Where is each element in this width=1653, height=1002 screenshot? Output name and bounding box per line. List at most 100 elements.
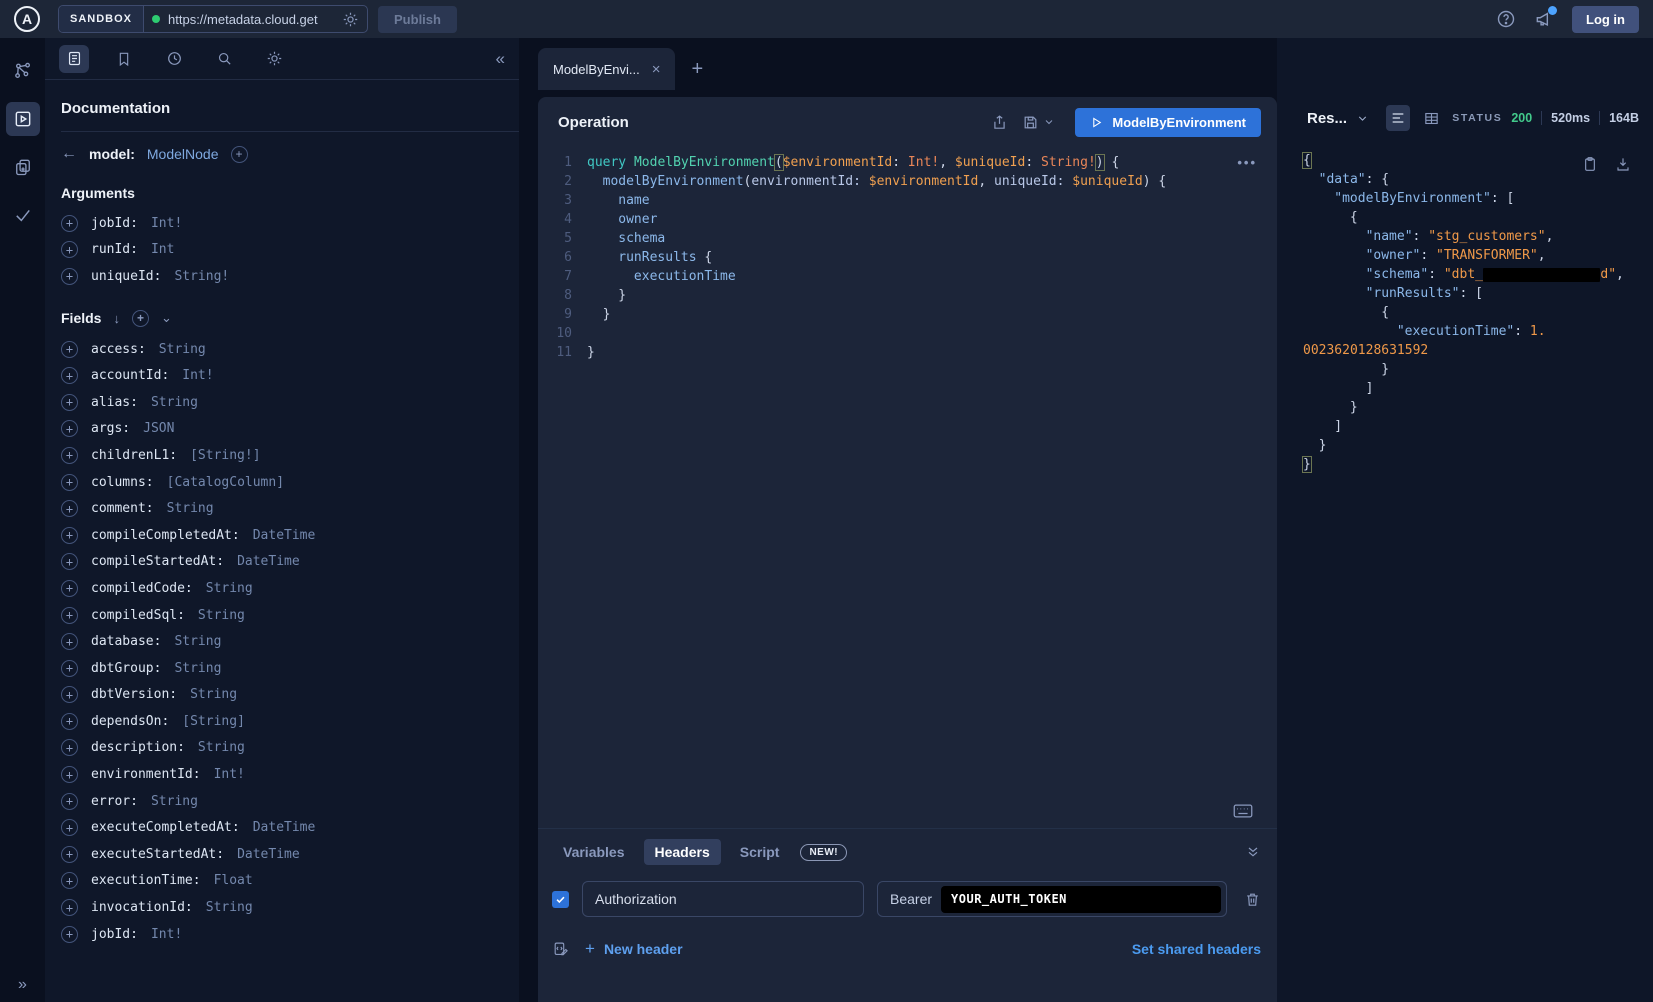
field-row[interactable]: +invocationId:String: [61, 894, 503, 921]
delete-header-icon[interactable]: [1244, 891, 1261, 908]
add-to-query-icon[interactable]: +: [61, 713, 78, 730]
field-type[interactable]: String: [198, 740, 245, 755]
tab-headers[interactable]: Headers: [644, 839, 721, 865]
field-type[interactable]: [String!]: [190, 448, 260, 463]
expand-rail-icon[interactable]: »: [0, 976, 45, 994]
field-type[interactable]: DateTime: [237, 847, 300, 862]
add-to-query-icon[interactable]: +: [61, 686, 78, 703]
add-to-query-icon[interactable]: +: [61, 633, 78, 650]
share-operation-icon[interactable]: [991, 114, 1008, 131]
field-type[interactable]: Int!: [151, 216, 182, 231]
add-to-query-icon[interactable]: +: [61, 367, 78, 384]
add-to-query-icon[interactable]: +: [61, 268, 78, 285]
schema-graph-icon[interactable]: [6, 54, 40, 88]
field-row[interactable]: +jobId:Int!: [61, 210, 503, 237]
edit-as-json-icon[interactable]: [552, 941, 569, 958]
add-to-query-icon[interactable]: +: [61, 474, 78, 491]
endpoint-settings-gear-icon[interactable]: [342, 11, 359, 28]
add-to-query-icon[interactable]: +: [61, 341, 78, 358]
field-type[interactable]: String: [206, 581, 253, 596]
fields-options-chevron-icon[interactable]: ⌄: [161, 310, 172, 326]
add-to-query-icon[interactable]: +: [61, 819, 78, 836]
field-row[interactable]: +access:String: [61, 336, 503, 363]
field-type[interactable]: String: [174, 634, 221, 649]
collapse-secondary-icon[interactable]: [1245, 844, 1261, 860]
collapse-docs-icon[interactable]: «: [496, 49, 505, 69]
saved-operations-bookmark-icon[interactable]: [109, 45, 139, 73]
new-header-button[interactable]: + New header: [585, 939, 683, 959]
operation-editor[interactable]: 1query ModelByEnvironment($environmentId…: [538, 147, 1277, 794]
field-type[interactable]: DateTime: [253, 528, 316, 543]
breadcrumb-type-link[interactable]: ModelNode: [147, 146, 219, 162]
field-row[interactable]: +dependsOn:[String]: [61, 708, 503, 735]
add-to-query-icon[interactable]: +: [61, 500, 78, 517]
endpoint-url-box[interactable]: https://metadata.cloud.get: [144, 6, 367, 32]
field-row[interactable]: +executionTime:Float: [61, 868, 503, 895]
add-to-query-icon[interactable]: +: [61, 241, 78, 258]
field-type[interactable]: String: [190, 687, 237, 702]
download-response-icon[interactable]: [1615, 156, 1631, 172]
editor-menu-dots-icon[interactable]: •••: [1237, 155, 1257, 170]
field-type[interactable]: [String]: [182, 714, 245, 729]
back-arrow-icon[interactable]: ←: [61, 145, 77, 163]
field-row[interactable]: +compileStartedAt:DateTime: [61, 549, 503, 576]
field-row[interactable]: +compileCompletedAt:DateTime: [61, 522, 503, 549]
operation-tab[interactable]: ModelByEnvi... ×: [538, 48, 675, 90]
field-row[interactable]: +executeCompletedAt:DateTime: [61, 814, 503, 841]
field-row[interactable]: +columns:[CatalogColumn]: [61, 469, 503, 496]
field-row[interactable]: +jobId:Int!: [61, 921, 503, 948]
save-operation-group[interactable]: [1022, 114, 1055, 131]
field-row[interactable]: +compiledCode:String: [61, 575, 503, 602]
header-enabled-checkbox[interactable]: [552, 891, 569, 908]
field-type[interactable]: String: [151, 395, 198, 410]
help-icon[interactable]: [1496, 9, 1516, 29]
add-to-query-icon[interactable]: +: [61, 793, 78, 810]
field-row[interactable]: +uniqueId:String!: [61, 263, 503, 290]
field-row[interactable]: +alias:String: [61, 389, 503, 416]
add-to-query-icon[interactable]: +: [61, 527, 78, 544]
keyboard-shortcuts-icon[interactable]: [1233, 803, 1253, 819]
field-type[interactable]: DateTime: [237, 554, 300, 569]
field-type[interactable]: String: [198, 608, 245, 623]
field-row[interactable]: +runId:Int: [61, 237, 503, 264]
field-row[interactable]: +database:String: [61, 628, 503, 655]
pretty-view-icon[interactable]: [1386, 105, 1410, 131]
header-value-field[interactable]: Bearer YOUR_AUTH_TOKEN: [877, 881, 1227, 917]
search-icon[interactable]: [209, 45, 239, 73]
field-type[interactable]: String: [167, 501, 214, 516]
copy-response-icon[interactable]: [1582, 156, 1598, 172]
history-icon[interactable]: [159, 45, 189, 73]
header-key-input[interactable]: [582, 881, 864, 917]
field-row[interactable]: +executeStartedAt:DateTime: [61, 841, 503, 868]
field-row[interactable]: +dbtGroup:String: [61, 655, 503, 682]
field-row[interactable]: +compiledSql:String: [61, 602, 503, 629]
announcements-megaphone-icon[interactable]: [1534, 9, 1554, 29]
endpoint-url-input[interactable]: https://metadata.cloud.get: [168, 12, 334, 27]
add-to-query-icon[interactable]: +: [61, 394, 78, 411]
add-to-query-icon[interactable]: +: [61, 846, 78, 863]
field-type[interactable]: DateTime: [253, 820, 316, 835]
auth-token-input[interactable]: YOUR_AUTH_TOKEN: [941, 886, 1221, 913]
field-type[interactable]: JSON: [143, 421, 174, 436]
field-type[interactable]: String: [174, 661, 221, 676]
publish-button[interactable]: Publish: [378, 6, 457, 33]
add-to-query-icon[interactable]: +: [61, 447, 78, 464]
add-to-query-icon[interactable]: +: [61, 607, 78, 624]
field-row[interactable]: +comment:String: [61, 495, 503, 522]
field-type[interactable]: Float: [214, 873, 253, 888]
field-row[interactable]: +dbtVersion:String: [61, 682, 503, 709]
field-type[interactable]: String!: [174, 269, 229, 284]
field-row[interactable]: +args:JSON: [61, 416, 503, 443]
field-type[interactable]: [CatalogColumn]: [167, 475, 284, 490]
add-to-query-icon[interactable]: +: [61, 872, 78, 889]
close-tab-icon[interactable]: ×: [652, 61, 661, 78]
field-type[interactable]: Int!: [151, 927, 182, 942]
sort-fields-icon[interactable]: ↓: [113, 311, 120, 326]
run-operation-button[interactable]: ModelByEnvironment: [1075, 108, 1261, 137]
table-view-icon[interactable]: [1419, 105, 1443, 131]
field-row[interactable]: +error:String: [61, 788, 503, 815]
field-type[interactable]: String: [151, 794, 198, 809]
field-type[interactable]: String: [206, 900, 253, 915]
apollo-logo[interactable]: A: [14, 6, 40, 32]
field-row[interactable]: +accountId:Int!: [61, 362, 503, 389]
